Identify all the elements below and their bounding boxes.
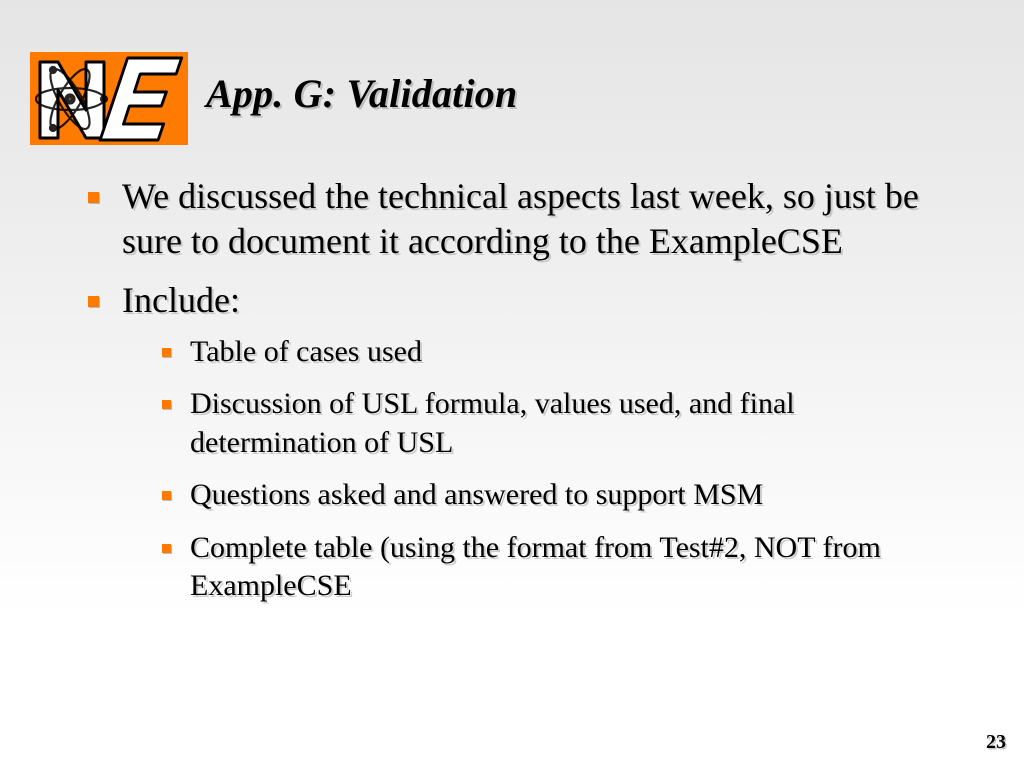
slide-title: App. G: Validation (206, 70, 517, 117)
slide: App. G: Validation We discussed the tech… (0, 0, 1024, 768)
sub-bullet-item: Table of cases used (162, 333, 948, 371)
sub-bullet-item: Questions asked and answered to support … (162, 476, 948, 514)
sub-bullet-item: Discussion of USL formula, values used, … (162, 385, 948, 462)
sub-bullet-item: Complete table (using the format from Te… (162, 529, 948, 606)
bullet-item: We discussed the technical aspects last … (88, 174, 948, 264)
page-number: 23 (986, 731, 1006, 754)
bullet-list: We discussed the technical aspects last … (88, 174, 948, 605)
atom-ne-icon (30, 52, 188, 145)
bullet-text: Include: (122, 280, 240, 320)
bullet-item: Include: Table of cases used Discussion … (88, 278, 948, 605)
slide-body: We discussed the technical aspects last … (88, 174, 948, 619)
sub-bullet-list: Table of cases used Discussion of USL fo… (122, 333, 948, 605)
logo (30, 52, 188, 145)
